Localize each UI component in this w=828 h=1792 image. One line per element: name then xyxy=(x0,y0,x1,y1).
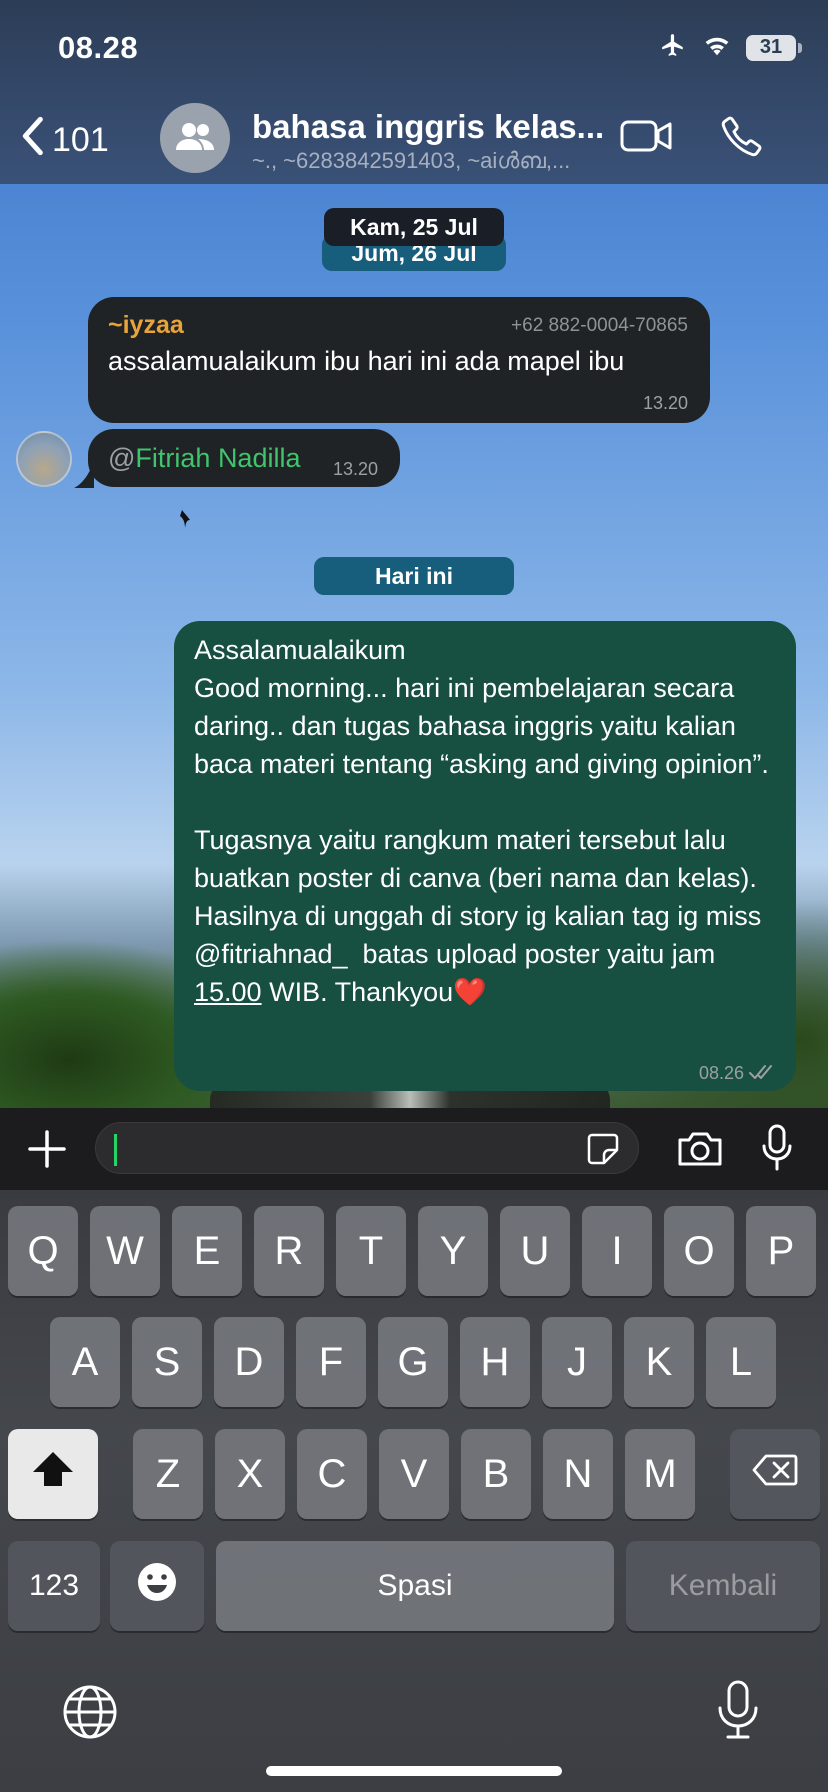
message-time: 08.26 xyxy=(698,1063,744,1083)
back-button[interactable]: 101 xyxy=(20,116,109,165)
bird-decoration xyxy=(180,510,190,528)
key-n[interactable]: N xyxy=(543,1429,613,1519)
key-p[interactable]: P xyxy=(746,1206,816,1296)
key-h[interactable]: H xyxy=(460,1317,530,1407)
shift-arrow-icon xyxy=(31,1450,75,1498)
group-icon xyxy=(174,120,216,157)
unread-count: 101 xyxy=(52,121,109,159)
key-e[interactable]: E xyxy=(172,1206,242,1296)
chat-header: 08.28 31 101 bahasa inggris kelas... ~.,… xyxy=(0,0,828,184)
key-v[interactable]: V xyxy=(379,1429,449,1519)
key-return[interactable]: Kembali xyxy=(626,1541,820,1631)
sender-name[interactable]: ~iyzaa xyxy=(108,311,184,340)
message-time: 13.20 xyxy=(332,459,378,479)
message-input-bar xyxy=(0,1108,828,1190)
key-c[interactable]: C xyxy=(297,1429,367,1519)
key-x[interactable]: X xyxy=(215,1429,285,1519)
video-camera-icon xyxy=(620,120,674,160)
key-l[interactable]: L xyxy=(706,1317,776,1407)
message-paragraph-2-start: Tugasnya yaitu rangkum materi tersebut l… xyxy=(194,825,769,969)
date-separator-kam: Kam, 25 Jul xyxy=(324,208,504,246)
wifi-icon xyxy=(702,33,732,62)
time-link[interactable]: 15.00 xyxy=(194,977,262,1007)
message-paragraph-1: Good morning... hari ini pembelajaran se… xyxy=(194,673,769,779)
status-icons: 31 xyxy=(658,32,802,63)
heart-emoji: ❤️ xyxy=(453,977,487,1007)
key-numbers[interactable]: 123 xyxy=(8,1541,100,1631)
message-input[interactable] xyxy=(95,1122,639,1174)
mention-at: @ xyxy=(108,443,136,473)
key-m[interactable]: M xyxy=(625,1429,695,1519)
globe-icon[interactable] xyxy=(62,1684,118,1745)
key-s[interactable]: S xyxy=(132,1317,202,1407)
emoji-icon xyxy=(136,1561,178,1611)
key-backspace[interactable] xyxy=(730,1429,820,1519)
video-call-button[interactable] xyxy=(620,116,674,161)
voice-call-button[interactable] xyxy=(720,114,764,163)
status-bar: 08.28 31 xyxy=(0,0,828,100)
key-f[interactable]: F xyxy=(296,1317,366,1407)
message-paragraph-2: Tugasnya yaitu rangkum materi tersebut l… xyxy=(194,821,784,1011)
outgoing-message[interactable]: Assalamualaikum Good morning... hari ini… xyxy=(174,621,796,1091)
chat-participants[interactable]: ~., ~6283842591403, ~aiൾബ,... xyxy=(252,148,570,174)
key-q[interactable]: Q xyxy=(8,1206,78,1296)
key-t[interactable]: T xyxy=(336,1206,406,1296)
phone-icon xyxy=(720,116,764,162)
key-k[interactable]: K xyxy=(624,1317,694,1407)
sender-phone: +62 882-0004-70865 xyxy=(511,315,688,336)
double-check-icon xyxy=(748,1063,776,1086)
key-g[interactable]: G xyxy=(378,1317,448,1407)
status-time: 08.28 xyxy=(58,30,139,65)
chevron-left-icon xyxy=(20,116,44,165)
message-paragraph-2-end: WIB. Thankyou xyxy=(261,977,454,1007)
group-avatar[interactable] xyxy=(160,103,230,173)
key-space[interactable]: Spasi xyxy=(216,1541,614,1631)
key-w[interactable]: W xyxy=(90,1206,160,1296)
key-i[interactable]: I xyxy=(582,1206,652,1296)
key-emoji[interactable] xyxy=(110,1541,204,1631)
sticker-icon[interactable] xyxy=(586,1132,620,1171)
message-body: Assalamualaikum Good morning... hari ini… xyxy=(194,631,784,1011)
camera-icon[interactable] xyxy=(676,1130,724,1173)
message-text: assalamualaikum ibu hari ini ada mapel i… xyxy=(108,346,625,376)
microphone-icon[interactable] xyxy=(760,1124,794,1177)
backspace-icon xyxy=(752,1454,798,1494)
airplane-icon xyxy=(658,32,688,63)
chat-title[interactable]: bahasa inggris kelas... xyxy=(252,108,604,146)
incoming-message[interactable]: ~iyzaa +62 882-0004-70865 assalamualaiku… xyxy=(88,297,710,423)
message-time: 13.20 xyxy=(642,393,688,413)
key-z[interactable]: Z xyxy=(133,1429,203,1519)
text-caret xyxy=(114,1134,117,1166)
key-y[interactable]: Y xyxy=(418,1206,488,1296)
home-indicator[interactable] xyxy=(266,1766,562,1776)
dictation-microphone-icon[interactable] xyxy=(716,1680,760,1745)
key-r[interactable]: R xyxy=(254,1206,324,1296)
key-shift[interactable] xyxy=(8,1429,98,1519)
date-separator-today: Hari ini xyxy=(314,557,514,595)
key-o[interactable]: O xyxy=(664,1206,734,1296)
mention-name[interactable]: Fitriah Nadilla xyxy=(135,443,300,473)
message-line-1: Assalamualaikum xyxy=(194,635,406,665)
key-d[interactable]: D xyxy=(214,1317,284,1407)
plus-icon[interactable] xyxy=(26,1128,68,1175)
key-u[interactable]: U xyxy=(500,1206,570,1296)
battery-icon: 31 xyxy=(746,34,802,61)
key-j[interactable]: J xyxy=(542,1317,612,1407)
sender-avatar[interactable] xyxy=(16,431,72,487)
key-b[interactable]: B xyxy=(461,1429,531,1519)
key-a[interactable]: A xyxy=(50,1317,120,1407)
incoming-message[interactable]: @Fitriah Nadilla 13.20 xyxy=(88,429,400,487)
mention-text[interactable]: @Fitriah Nadilla xyxy=(108,443,300,474)
